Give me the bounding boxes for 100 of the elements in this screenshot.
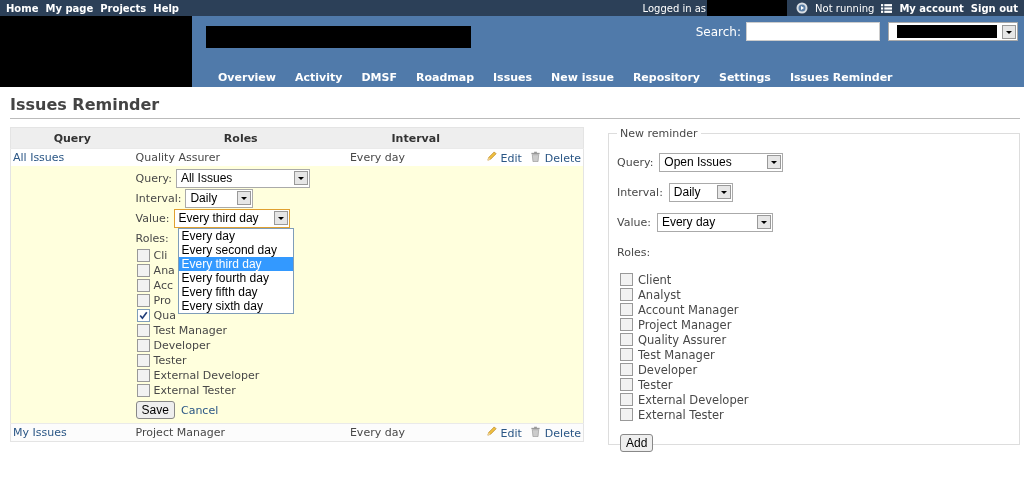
interval-select[interactable]: Daily: [668, 182, 733, 202]
cancel-link[interactable]: Cancel: [180, 403, 219, 417]
role-label: External Developer: [638, 392, 749, 407]
main-menu-tab[interactable]: Settings: [719, 71, 771, 84]
role-label: Cli: [153, 249, 168, 262]
status-text: Not running: [815, 2, 875, 14]
account-link[interactable]: Sign out: [970, 2, 1018, 14]
field-label: Interval:: [617, 185, 663, 199]
field-label: Query:: [617, 155, 654, 169]
pencil-icon: [485, 150, 497, 162]
trash-icon: [529, 425, 541, 437]
role-label: Developer: [153, 339, 211, 352]
role-label: Acc: [153, 279, 174, 292]
field-label: Value:: [135, 211, 170, 225]
page-title: Issues Reminder: [10, 95, 1020, 119]
value-select[interactable]: Every day: [656, 212, 773, 232]
query-link[interactable]: All Issues: [13, 151, 65, 164]
edit-link[interactable]: Edit: [500, 426, 522, 440]
role-label: Pro: [153, 294, 172, 307]
role-label: External Tester: [153, 384, 236, 397]
top-menu-link[interactable]: My page: [45, 2, 94, 14]
main-menu-tab[interactable]: New issue: [551, 71, 614, 84]
role-label: Qua: [153, 309, 176, 322]
pencil-icon: [485, 425, 497, 437]
query-select[interactable]: All Issues: [175, 168, 310, 188]
delete-link[interactable]: Delete: [544, 426, 581, 440]
dropdown-option[interactable]: Every fifth day: [178, 284, 293, 299]
checkbox[interactable]: [136, 339, 150, 352]
field-label: Roles:: [135, 231, 169, 245]
checkbox[interactable]: [136, 324, 150, 337]
trash-icon: [529, 150, 541, 162]
role-label: Tester: [153, 354, 187, 367]
role-label: Ana: [153, 264, 175, 277]
checkbox[interactable]: [136, 264, 150, 277]
table-cell: Every day: [349, 151, 405, 164]
main-menu-tab[interactable]: Repository: [632, 71, 700, 84]
query-select[interactable]: Open Issues: [659, 152, 784, 172]
checkbox[interactable]: [620, 273, 633, 286]
delete-link[interactable]: Delete: [544, 151, 581, 165]
main-menu-tab[interactable]: Issues: [493, 71, 533, 84]
clock-icon: [796, 2, 809, 14]
top-menu-link[interactable]: Projects: [100, 2, 147, 14]
checkbox[interactable]: [136, 279, 150, 292]
role-label: Developer: [638, 362, 698, 377]
search-field[interactable]: [746, 22, 880, 41]
field-label: Query:: [135, 171, 172, 185]
column-header: Query: [10, 127, 134, 149]
table-cell: Project Manager: [135, 426, 225, 439]
main-menu-tab[interactable]: Overview: [218, 71, 276, 84]
checkbox[interactable]: [620, 348, 633, 361]
interval-select[interactable]: Daily: [185, 188, 254, 208]
checkbox[interactable]: [620, 378, 633, 391]
field-label: Interval:: [135, 191, 182, 205]
role-label: Project Manager: [638, 317, 732, 332]
panel-legend: New reminder: [617, 127, 701, 140]
checkbox[interactable]: [620, 363, 633, 376]
checkbox[interactable]: [620, 318, 633, 331]
value-select[interactable]: Every third day: [173, 208, 290, 228]
role-label: Account Manager: [638, 302, 739, 317]
role-label: Client: [638, 272, 672, 287]
checkbox[interactable]: [620, 408, 633, 421]
checkbox[interactable]: [620, 288, 633, 301]
field-label: Value:: [617, 215, 651, 229]
dropdown-option[interactable]: Every sixth day: [178, 298, 293, 313]
dropdown-option[interactable]: Every second day: [178, 242, 293, 257]
list-icon: [881, 2, 893, 14]
role-label: Analyst: [638, 287, 681, 302]
role-label: External Tester: [638, 407, 724, 422]
dropdown-option[interactable]: Every day: [178, 228, 293, 243]
table-cell: Every day: [349, 426, 405, 439]
account-link[interactable]: My account: [899, 2, 964, 14]
checkbox[interactable]: [136, 309, 150, 322]
main-menu-tab[interactable]: Issues Reminder: [789, 71, 893, 84]
column-header: Roles: [133, 127, 348, 149]
main-menu-tab[interactable]: DMSF: [361, 71, 397, 84]
dropdown-option[interactable]: Every fourth day: [178, 270, 293, 285]
table-cell: Quality Assurer: [135, 151, 220, 164]
checkbox[interactable]: [620, 393, 633, 406]
query-link[interactable]: My Issues: [13, 426, 67, 439]
project-select[interactable]: [888, 22, 1018, 41]
top-menu-link[interactable]: Help: [153, 2, 180, 14]
checkbox[interactable]: [136, 249, 150, 262]
main-menu-tab[interactable]: Roadmap: [415, 71, 475, 84]
add-button[interactable]: Add: [620, 434, 654, 452]
main-menu-tab[interactable]: Activity: [295, 71, 343, 84]
checkbox[interactable]: [136, 369, 150, 382]
checkbox[interactable]: [136, 384, 150, 397]
checkbox[interactable]: [620, 333, 633, 346]
logged-in-text: Logged in as: [642, 2, 707, 14]
role-label: Test Manager: [153, 324, 227, 337]
field-label: Roles:: [617, 245, 651, 259]
edit-link[interactable]: Edit: [500, 151, 522, 165]
checkbox[interactable]: [136, 294, 150, 307]
top-menu-link[interactable]: Home: [6, 2, 39, 14]
role-label: External Developer: [153, 369, 260, 382]
role-label: Quality Assurer: [638, 332, 727, 347]
save-button[interactable]: Save: [135, 401, 175, 419]
checkbox[interactable]: [136, 354, 150, 367]
checkbox[interactable]: [620, 303, 633, 316]
role-label: Test Manager: [638, 347, 715, 362]
